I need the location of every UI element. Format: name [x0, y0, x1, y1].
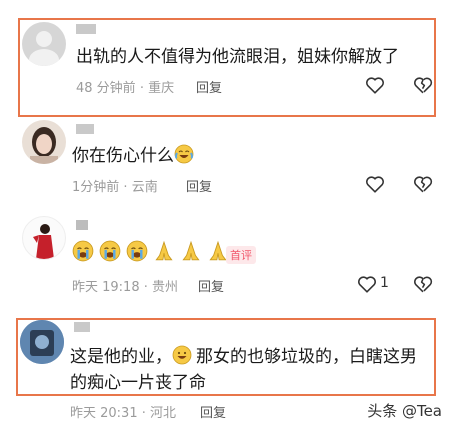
heart-icon[interactable]: [356, 273, 378, 295]
first-comment-badge: 首评: [226, 246, 256, 264]
username-redacted[interactable]: [76, 220, 88, 230]
comment-text: 你在伤心什么: [72, 143, 194, 169]
comment-meta: 48 分钟前 · 重庆: [76, 77, 174, 96]
separator: ·: [141, 406, 146, 421]
reply-button[interactable]: 回复: [200, 402, 226, 421]
location: 贵州: [152, 280, 179, 295]
crying-laughing-emoji-icon: [174, 144, 194, 164]
user-photo: [33, 224, 54, 259]
comment-text-part: 这是他的业，: [70, 347, 172, 367]
emoji-row: [72, 240, 229, 264]
loudly-crying-emoji-icon: [126, 240, 148, 262]
reply-button[interactable]: 回复: [186, 176, 212, 195]
separator: ·: [143, 280, 148, 295]
separator: ·: [139, 81, 144, 96]
comment-meta: 1分钟前 · 云南: [72, 176, 158, 195]
location: 河北: [150, 406, 177, 421]
username-redacted[interactable]: [76, 24, 96, 34]
watermark: 头条 @Tea: [365, 400, 444, 421]
broken-heart-icon[interactable]: [412, 173, 434, 195]
default-avatar-icon: [29, 31, 59, 66]
loudly-crying-emoji-icon: [72, 240, 94, 262]
folded-hands-emoji-icon: [155, 240, 173, 261]
heart-icon[interactable]: [364, 173, 386, 195]
separator: ·: [123, 180, 128, 195]
broken-heart-icon[interactable]: [412, 74, 434, 96]
user-photo: [20, 320, 64, 364]
comment-meta: 昨天 20:31 · 河北: [70, 402, 176, 421]
comment-text-content: 你在伤心什么: [72, 146, 174, 166]
loudly-crying-emoji-icon: [99, 240, 121, 262]
timestamp: 48 分钟前: [76, 81, 136, 96]
comment-text-part: 那女的也够垃圾的，白瞎这男: [196, 347, 417, 367]
comment-meta: 昨天 19:18 · 贵州: [72, 276, 178, 295]
user-photo: [30, 127, 58, 164]
reply-button[interactable]: 回复: [198, 276, 224, 295]
timestamp: 1分钟前: [72, 180, 120, 195]
folded-hands-emoji-icon: [182, 240, 200, 261]
location: 云南: [131, 180, 158, 195]
grinning-emoji-icon: [172, 345, 192, 365]
avatar[interactable]: [22, 216, 66, 260]
timestamp: 昨天 20:31: [70, 406, 138, 421]
avatar[interactable]: [22, 22, 66, 66]
avatar[interactable]: [20, 320, 64, 364]
avatar[interactable]: [22, 120, 66, 164]
heart-icon[interactable]: [364, 74, 386, 96]
comment-text-line2: 的痴心一片丧了命: [70, 373, 206, 393]
location: 重庆: [148, 81, 175, 96]
like-count: 1: [380, 275, 389, 291]
username-redacted[interactable]: [76, 124, 94, 134]
reply-button[interactable]: 回复: [196, 77, 222, 96]
broken-heart-icon[interactable]: [412, 273, 434, 295]
comment-text: 这是他的业， 那女的也够垃圾的，白瞎这男: [70, 344, 417, 370]
timestamp: 昨天 19:18: [72, 280, 140, 295]
username-redacted[interactable]: [74, 322, 90, 332]
comment-text: 出轨的人不值得为他流眼泪，姐妹你解放了: [76, 47, 399, 67]
